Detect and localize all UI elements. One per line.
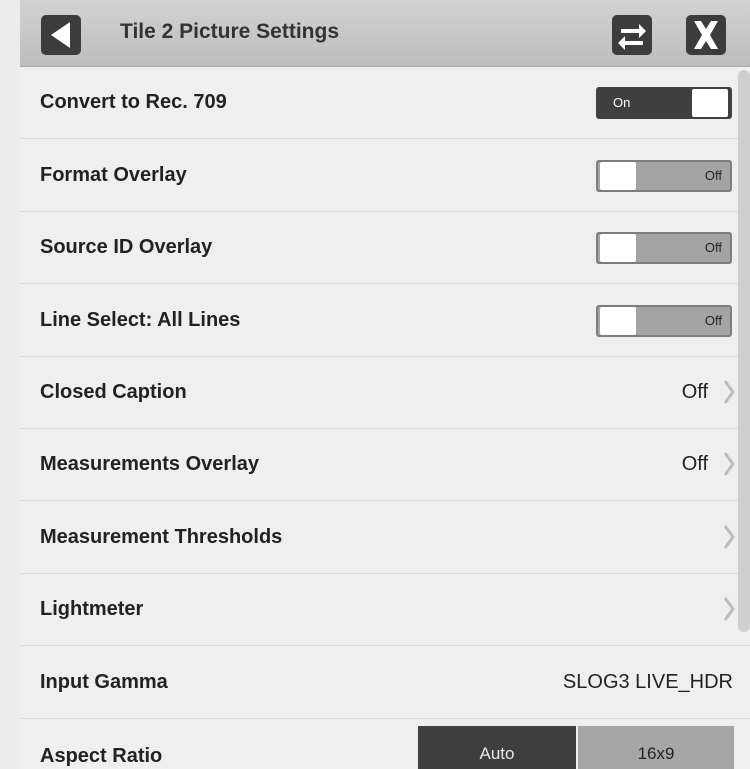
toggle-state-label: Off [704,313,722,328]
row-measurements-overlay[interactable]: Measurements Overlay Off [20,428,750,501]
toggle-state-label: On [613,95,631,110]
source-id-overlay-toggle[interactable]: Off [596,232,732,264]
swap-arrows-icon [618,24,646,50]
row-label: Convert to Rec. 709 [40,91,227,113]
toggle-knob [600,307,636,335]
row-source-id-overlay: Source ID Overlay Off [20,211,750,284]
page-title: Tile 2 Picture Settings [120,20,340,43]
row-value: Off [681,381,708,403]
row-label: Measurement Thresholds [40,526,283,548]
convert-rec709-toggle[interactable]: On [596,87,732,119]
close-button[interactable] [686,15,726,55]
back-triangle-icon [51,22,70,48]
input-gamma-value: SLOG3 LIVE_HDR [562,671,733,693]
row-convert-rec709: Convert to Rec. 709 On [20,66,750,139]
toggle-knob [600,162,636,190]
row-label: Line Select: All Lines [40,309,241,331]
chevron-right-icon [723,597,735,621]
row-lightmeter[interactable]: Lightmeter [20,573,750,646]
aspect-ratio-16x9-button[interactable]: 16x9 [578,726,734,769]
row-label: Aspect Ratio [40,745,163,767]
row-label: Closed Caption [40,381,187,403]
row-label: Measurements Overlay [40,453,260,475]
aspect-ratio-auto-button[interactable]: Auto [418,726,576,769]
row-format-overlay: Format Overlay Off [20,139,750,212]
row-label: Format Overlay [40,164,187,186]
picture-settings-panel: Tile 2 Picture Settings Convert to Rec. … [20,0,750,769]
row-input-gamma[interactable]: Input Gamma SLOG3 LIVE_HDR [20,646,750,719]
scrollbar[interactable] [738,70,750,632]
chevron-right-icon [723,525,735,549]
toggle-knob [600,234,636,262]
swap-button[interactable] [612,15,652,55]
header-bar: Tile 2 Picture Settings [20,0,750,67]
row-closed-caption[interactable]: Closed Caption Off [20,356,750,429]
row-value: Off [681,453,708,475]
row-label: Input Gamma [40,671,168,693]
toggle-state-label: Off [704,168,722,183]
row-label: Source ID Overlay [40,236,213,258]
toggle-knob [692,89,728,117]
chevron-right-icon [723,380,735,404]
format-overlay-toggle[interactable]: Off [596,160,732,192]
row-measurement-thresholds[interactable]: Measurement Thresholds [20,501,750,574]
row-line-select: Line Select: All Lines Off [20,284,750,357]
close-x-icon [694,21,718,49]
row-label: Lightmeter [40,598,144,620]
chevron-right-icon [723,452,735,476]
line-select-toggle[interactable]: Off [596,305,732,337]
toggle-state-label: Off [704,240,722,255]
back-button[interactable] [41,15,81,55]
